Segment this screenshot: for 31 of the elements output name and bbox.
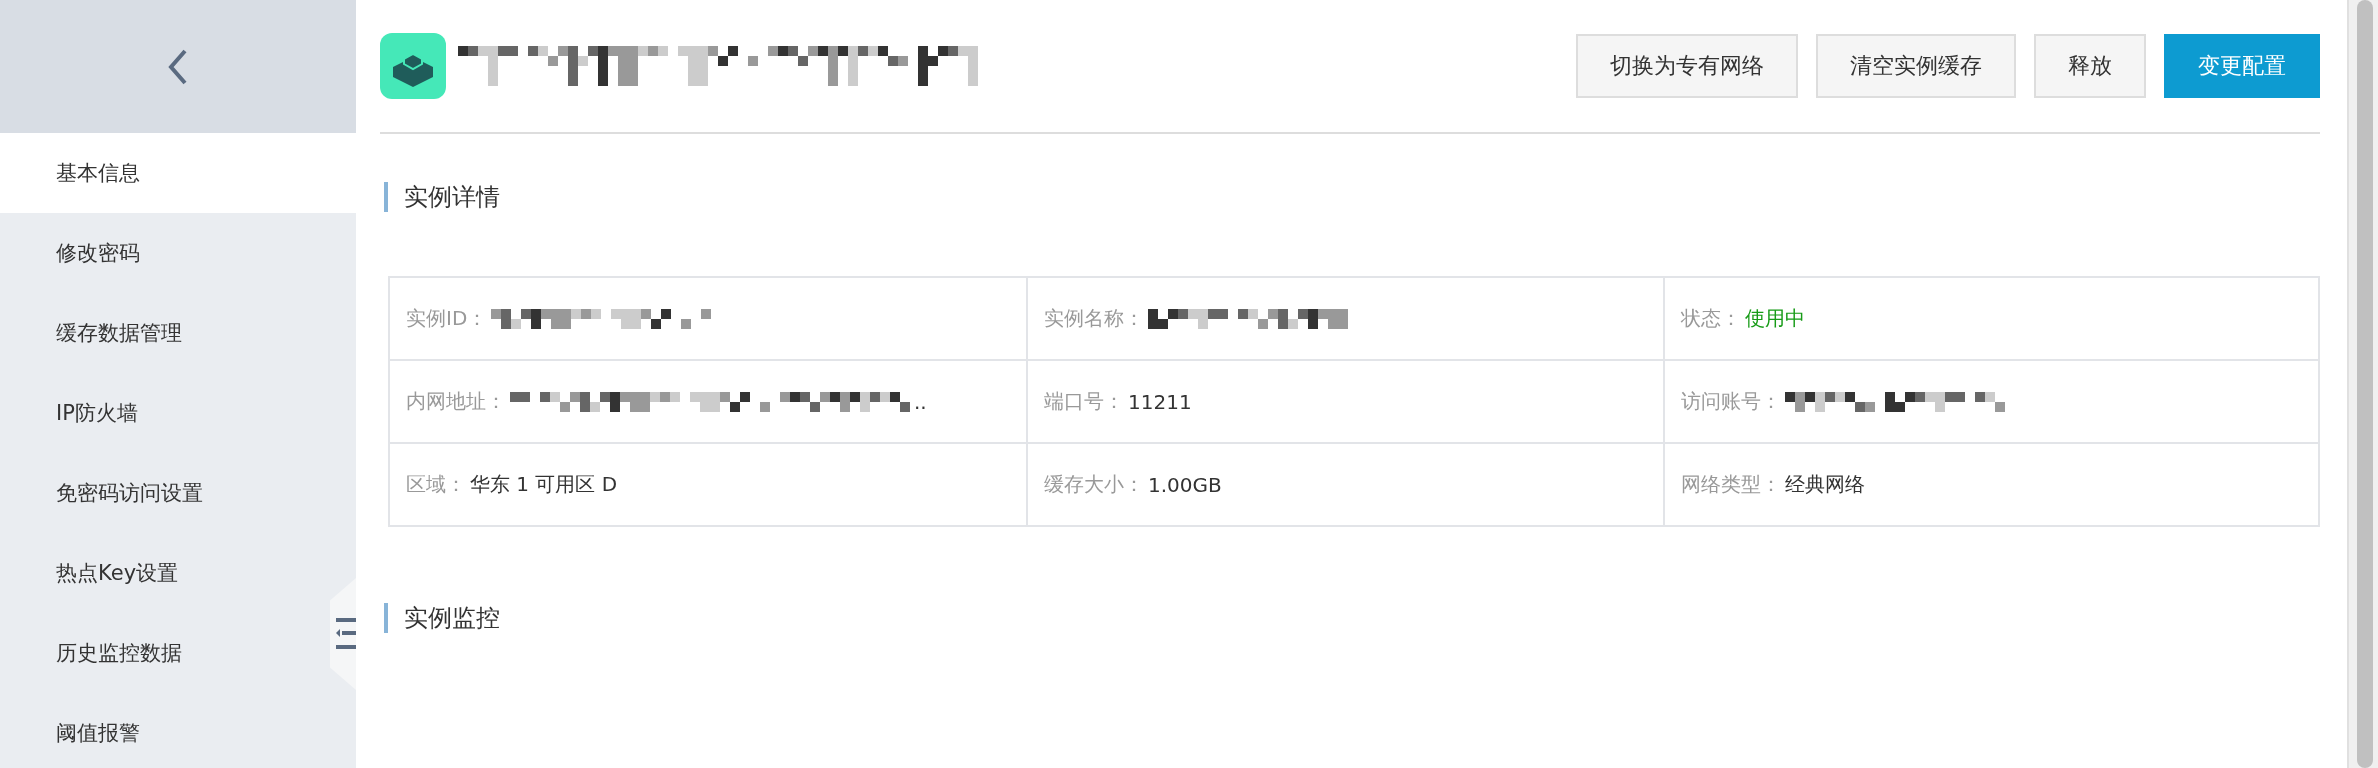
field-label: 网络类型：: [1681, 471, 1781, 498]
sidebar-item[interactable]: 免密码访问设置: [0, 453, 330, 533]
field-label: 区域：: [406, 471, 466, 498]
field-label: 缓存大小：: [1044, 471, 1144, 498]
field-value: 11211: [1128, 389, 1192, 414]
logo-icon: [380, 33, 446, 99]
action-button[interactable]: 清空实例缓存: [1816, 34, 2016, 98]
field-label: 访问账号：: [1681, 388, 1781, 415]
collapse-icon: [336, 618, 356, 650]
action-button[interactable]: 切换为专有网络: [1576, 34, 1798, 98]
field-value: ..: [914, 389, 927, 414]
field-value: 经典网络: [1785, 471, 1865, 498]
field-label: 实例ID：: [406, 305, 488, 332]
field-value: 华东 1 可用区 D: [470, 471, 618, 498]
sidebar-item[interactable]: 阈值报警: [0, 693, 330, 768]
sidebar-item[interactable]: 修改密码: [0, 213, 330, 293]
back-icon[interactable]: [168, 47, 188, 86]
scrollbar[interactable]: [2347, 0, 2378, 768]
sidebar-item[interactable]: 历史监控数据: [0, 613, 330, 693]
field-label: 状态：: [1681, 305, 1741, 332]
section-title: 实例详情: [384, 182, 2320, 212]
sidebar-item[interactable]: 缓存数据管理: [0, 293, 330, 373]
field-label: 端口号：: [1044, 388, 1124, 415]
status-value: 使用中: [1745, 305, 1805, 332]
sidebar-item[interactable]: IP防火墙: [0, 373, 330, 453]
field-value: 1.00GB: [1148, 472, 1222, 497]
field-label: 内网地址：: [406, 388, 506, 415]
field-label: 实例名称：: [1044, 305, 1144, 332]
sidebar-item[interactable]: 热点Key设置: [0, 533, 330, 613]
section-title: 实例监控: [384, 603, 2320, 633]
action-button[interactable]: 释放: [2034, 34, 2146, 98]
